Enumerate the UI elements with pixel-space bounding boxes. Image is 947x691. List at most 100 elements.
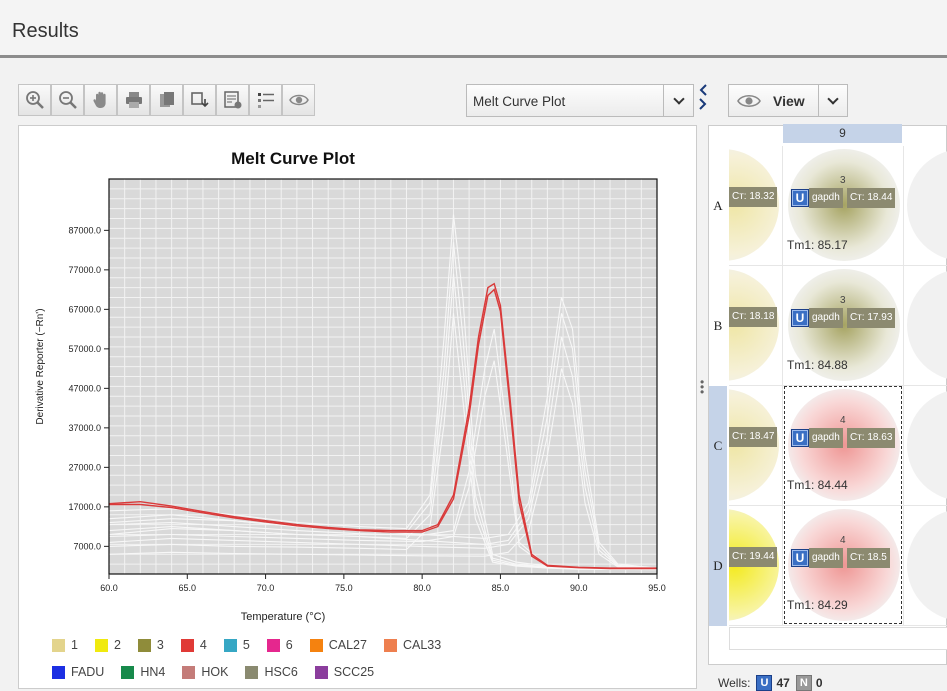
legend-label: HSC6 — [264, 665, 298, 679]
legend-swatch — [94, 638, 108, 652]
unknown-task-badge: U — [791, 189, 809, 207]
copy-button[interactable] — [150, 84, 183, 116]
legend-item[interactable]: 3 — [137, 638, 164, 652]
plate-grid-line — [903, 146, 904, 626]
chevron-down-icon[interactable] — [818, 85, 847, 116]
view-label: View — [773, 93, 805, 109]
legend-label: 5 — [242, 638, 250, 652]
well-b9[interactable]: 3 Ugapdh Cт: 17.93 Tm1: 84.88 — [785, 266, 902, 385]
ct-value: Cт: 17.93 — [847, 308, 896, 328]
row-label-b[interactable]: B — [709, 266, 727, 386]
zoom-in-button[interactable] — [18, 84, 51, 116]
chevron-down-icon[interactable]: ❯ — [663, 85, 693, 116]
show-hide-button[interactable] — [282, 84, 315, 116]
print-button[interactable] — [117, 84, 150, 116]
y-tick-label: 67000.0 — [68, 304, 101, 314]
legend-item[interactable]: FADU — [52, 665, 104, 679]
target-name: gapdh — [809, 308, 843, 328]
row-label-a[interactable]: A — [709, 146, 727, 266]
y-tick-label: 47000.0 — [68, 383, 101, 393]
well-a9[interactable]: 3 Ugapdh Cт: 18.44 Tm1: 85.17 — [785, 146, 902, 265]
y-tick-label: 87000.0 — [68, 225, 101, 235]
y-tick-label: 17000.0 — [68, 502, 101, 512]
panel-toggle[interactable] — [698, 84, 708, 112]
hand-pan-icon — [92, 91, 106, 108]
report-settings-button[interactable] — [216, 84, 249, 116]
x-tick-label: 60.0 — [100, 583, 118, 593]
ct-value: Cт: 18.44 — [847, 188, 896, 208]
pan-button[interactable] — [84, 84, 117, 116]
x-tick-label: 75.0 — [335, 583, 353, 593]
well-partial-right[interactable] — [904, 506, 947, 625]
well-partial-left[interactable]: Cт: 18.18 — [729, 266, 781, 385]
legend-swatch — [245, 665, 259, 679]
legend-swatch — [182, 665, 196, 679]
well-partial-right[interactable] — [904, 266, 947, 385]
zoom-out-icon — [58, 91, 77, 109]
legend-label: 1 — [71, 638, 78, 652]
legend-item[interactable]: 4 — [180, 638, 207, 652]
legend-item[interactable]: CAL33 — [383, 638, 442, 652]
plot-type-dropdown[interactable]: Melt Curve Plot ❯ — [466, 84, 694, 117]
unknown-task-badge: U — [791, 309, 809, 327]
legend-item[interactable]: 2 — [94, 638, 121, 652]
tm-value: Tm1: 85.17 — [787, 238, 848, 252]
melt-curve-panel: 60.0 65.0 70.0 75.0 80.0 85.0 90.0 95.0 7000.0 17… — [18, 125, 697, 689]
x-tick-label: 85.0 — [492, 583, 510, 593]
well-circle — [907, 389, 947, 501]
legend-item[interactable]: 5 — [223, 638, 250, 652]
target-name: gapdh — [809, 188, 843, 208]
export-button[interactable] — [183, 84, 216, 116]
results-header: Results — [0, 0, 947, 58]
legend-item[interactable]: HSC6 — [245, 665, 298, 679]
legend-swatch — [52, 665, 65, 679]
tm-value: Tm1: 84.88 — [787, 358, 848, 372]
selection-box — [784, 386, 902, 624]
well-partial-right[interactable] — [904, 386, 947, 505]
plot-toolbar — [18, 84, 315, 116]
eye-icon — [288, 94, 309, 106]
plate-grid-line — [729, 625, 947, 626]
y-axis-label: Derivative Reporter (−Rn') — [35, 308, 46, 424]
unknown-count: 47 — [776, 676, 790, 690]
legend-label: 4 — [199, 638, 207, 652]
eye-icon — [737, 94, 761, 108]
chart-title: Melt Curve Plot — [231, 149, 355, 168]
legend-swatch — [121, 665, 135, 679]
legend-item[interactable]: 1 — [52, 638, 78, 652]
legend-item[interactable]: 6 — [266, 638, 293, 652]
legend-item[interactable]: CAL27 — [309, 638, 367, 652]
chevron-left-icon[interactable] — [698, 84, 708, 96]
zoom-out-button[interactable] — [51, 84, 84, 116]
legend-item[interactable]: HN4 — [121, 665, 165, 679]
x-axis-label: Temperature (°C) — [241, 611, 325, 623]
panel-splitter[interactable]: • • • — [700, 376, 704, 398]
y-tick-label: 27000.0 — [68, 462, 101, 472]
y-tick-label: 57000.0 — [68, 344, 101, 354]
legend-label: 2 — [113, 638, 121, 652]
report-settings-icon — [223, 91, 241, 109]
column-header-9[interactable]: 9 — [783, 124, 902, 143]
legend-item[interactable]: HOK — [182, 665, 228, 679]
well-circle — [907, 269, 947, 381]
well-circle — [907, 149, 947, 261]
well-partial-left[interactable]: Cт: 19.44 — [729, 506, 781, 625]
legend-item[interactable]: SCC25 — [314, 665, 375, 679]
well-partial-right[interactable] — [904, 146, 947, 265]
x-tick-label: 95.0 — [648, 583, 666, 593]
legend-label: HOK — [201, 665, 229, 679]
melt-curve-chart[interactable]: 60.0 65.0 70.0 75.0 80.0 85.0 90.0 95.0 7000.0 17… — [19, 126, 696, 626]
legend-list-button[interactable] — [249, 84, 282, 116]
legend-label: SCC25 — [333, 665, 375, 679]
legend-label: CAL33 — [402, 638, 442, 652]
ntc-count: 0 — [815, 676, 823, 690]
well-partial-left[interactable]: Cт: 18.47 — [729, 386, 781, 505]
chevron-right-icon[interactable] — [698, 98, 708, 110]
left-ct-value: Cт: 18.47 — [729, 427, 778, 447]
view-dropdown[interactable]: View — [728, 84, 848, 117]
well-partial-left[interactable]: Cт: 18.32 — [729, 146, 781, 265]
row-label-c[interactable]: C — [709, 386, 727, 506]
row-label-d[interactable]: D — [709, 506, 727, 626]
print-icon — [125, 92, 142, 108]
x-tick-label: 90.0 — [570, 583, 588, 593]
